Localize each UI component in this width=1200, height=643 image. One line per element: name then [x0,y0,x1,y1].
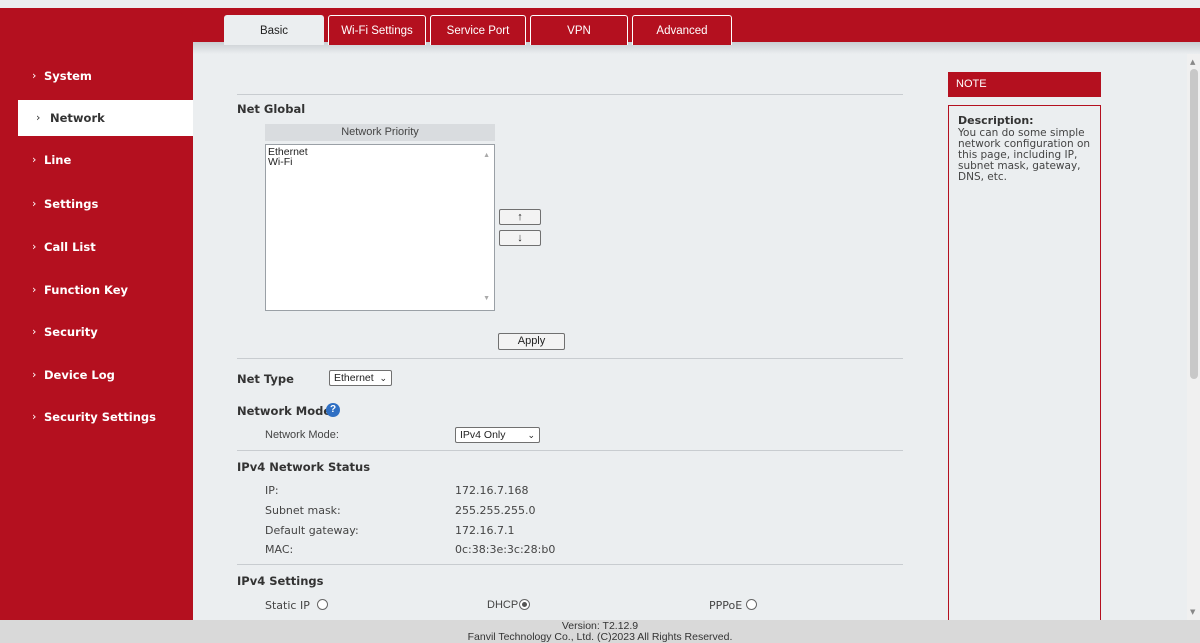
net-global-title: Net Global [237,102,306,116]
page-scrollbar[interactable]: ▲ ▼ [1187,54,1200,620]
apply-button[interactable]: Apply [498,333,565,350]
move-up-button[interactable]: ↑ [499,209,541,225]
note-panel: NOTE Description: You can do some simple… [948,72,1101,620]
tab-advanced[interactable]: Advanced [632,15,732,45]
divider [237,94,903,95]
chevron-down-icon: ⌄ [379,373,387,383]
chevron-right-icon: › [32,325,37,338]
sidebar-item-security[interactable]: › Security [0,314,193,350]
static-ip-radio[interactable] [317,599,328,610]
sidebar-item-call-list[interactable]: › Call List [0,229,193,265]
scroll-down-arrow-icon[interactable]: ▼ [1190,608,1195,616]
chevron-right-icon: › [32,69,37,82]
move-down-button[interactable]: ↓ [499,230,541,246]
network-priority-header: Network Priority [265,124,495,141]
network-priority-list[interactable]: Ethernet Wi-Fi ▲ ▼ [265,144,495,311]
chevron-right-icon: › [32,368,37,381]
note-body: Description: You can do some simple netw… [948,105,1101,620]
pppoe-radio[interactable] [746,599,757,610]
scroll-down-arrow-icon[interactable]: ▼ [483,294,490,304]
tab-service-port[interactable]: Service Port [430,15,526,45]
ipv4-settings-title: IPv4 Settings [237,574,324,588]
priority-option-ethernet[interactable]: Ethernet [268,147,492,158]
dhcp-label: DHCP [487,599,519,611]
chevron-right-icon: › [32,240,37,253]
chevron-right-icon: › [32,153,37,166]
ip-label: IP: [265,484,279,497]
static-ip-label: Static IP [265,599,310,612]
mac-value: 0c:38:3e:3c:28:b0 [455,543,556,556]
divider [237,564,903,565]
scroll-up-arrow-icon[interactable]: ▲ [1190,58,1195,66]
chevron-right-icon: › [32,197,37,210]
subnet-mask-label: Subnet mask: [265,504,341,517]
note-header: NOTE [948,72,1101,97]
scrollbar-thumb[interactable] [1190,69,1198,379]
dhcp-radio[interactable] [519,599,530,610]
chevron-down-icon: ⌄ [527,430,535,440]
pppoe-label: PPPoE [709,599,743,612]
net-type-title: Net Type [237,372,294,386]
tab-bar: Basic Wi-Fi Settings Service Port VPN Ad… [224,15,736,45]
sidebar-item-line[interactable]: › Line [0,142,193,178]
version-text: Version: T2.12.9 [561,620,639,632]
tab-vpn[interactable]: VPN [530,15,628,45]
default-gateway-label: Default gateway: [265,524,359,537]
net-type-select[interactable]: Ethernet ⌄ [329,370,392,386]
copyright-text: Fanvil Technology Co., Ltd. (C)2023 All … [467,630,733,643]
network-mode-select[interactable]: IPv4 Only ⌄ [455,427,540,443]
network-priority-box: Network Priority Ethernet Wi-Fi ▲ ▼ [265,124,495,311]
sidebar-item-system[interactable]: › System [0,58,193,94]
sidebar-item-security-settings[interactable]: › Security Settings [0,399,193,435]
chevron-right-icon: › [32,410,37,423]
sidebar: › System › Network › Line › Settings › Call L… [0,8,193,620]
network-mode-title: Network Mode [237,404,332,418]
ip-value: 172.16.7.168 [455,484,529,497]
tab-basic[interactable]: Basic [224,15,324,45]
scroll-up-arrow-icon[interactable]: ▲ [483,151,490,161]
footer: Version: T2.12.9 Fanvil Technology Co., … [0,620,1200,643]
divider [237,450,903,451]
subnet-mask-value: 255.255.255.0 [455,504,536,517]
ipv4-status-title: IPv4 Network Status [237,460,371,474]
network-mode-label: Network Mode: [265,429,339,441]
sidebar-item-device-log[interactable]: › Device Log [0,357,193,393]
default-gateway-value: 172.16.7.1 [455,524,515,537]
description-title: Description: [958,114,1034,127]
sidebar-item-settings[interactable]: › Settings [0,186,193,222]
sidebar-item-function-key[interactable]: › Function Key [0,272,193,308]
sidebar-item-network[interactable]: › Network [18,100,193,136]
mac-label: MAC: [265,543,294,556]
description-text: You can do some simple network configura… [958,127,1091,183]
help-icon[interactable]: ? [326,403,340,417]
chevron-right-icon: › [32,283,37,296]
tab-wifi-settings[interactable]: Wi-Fi Settings [328,15,426,45]
divider [237,358,903,359]
chevron-right-icon: › [36,111,41,124]
priority-option-wifi[interactable]: Wi-Fi [268,157,492,168]
